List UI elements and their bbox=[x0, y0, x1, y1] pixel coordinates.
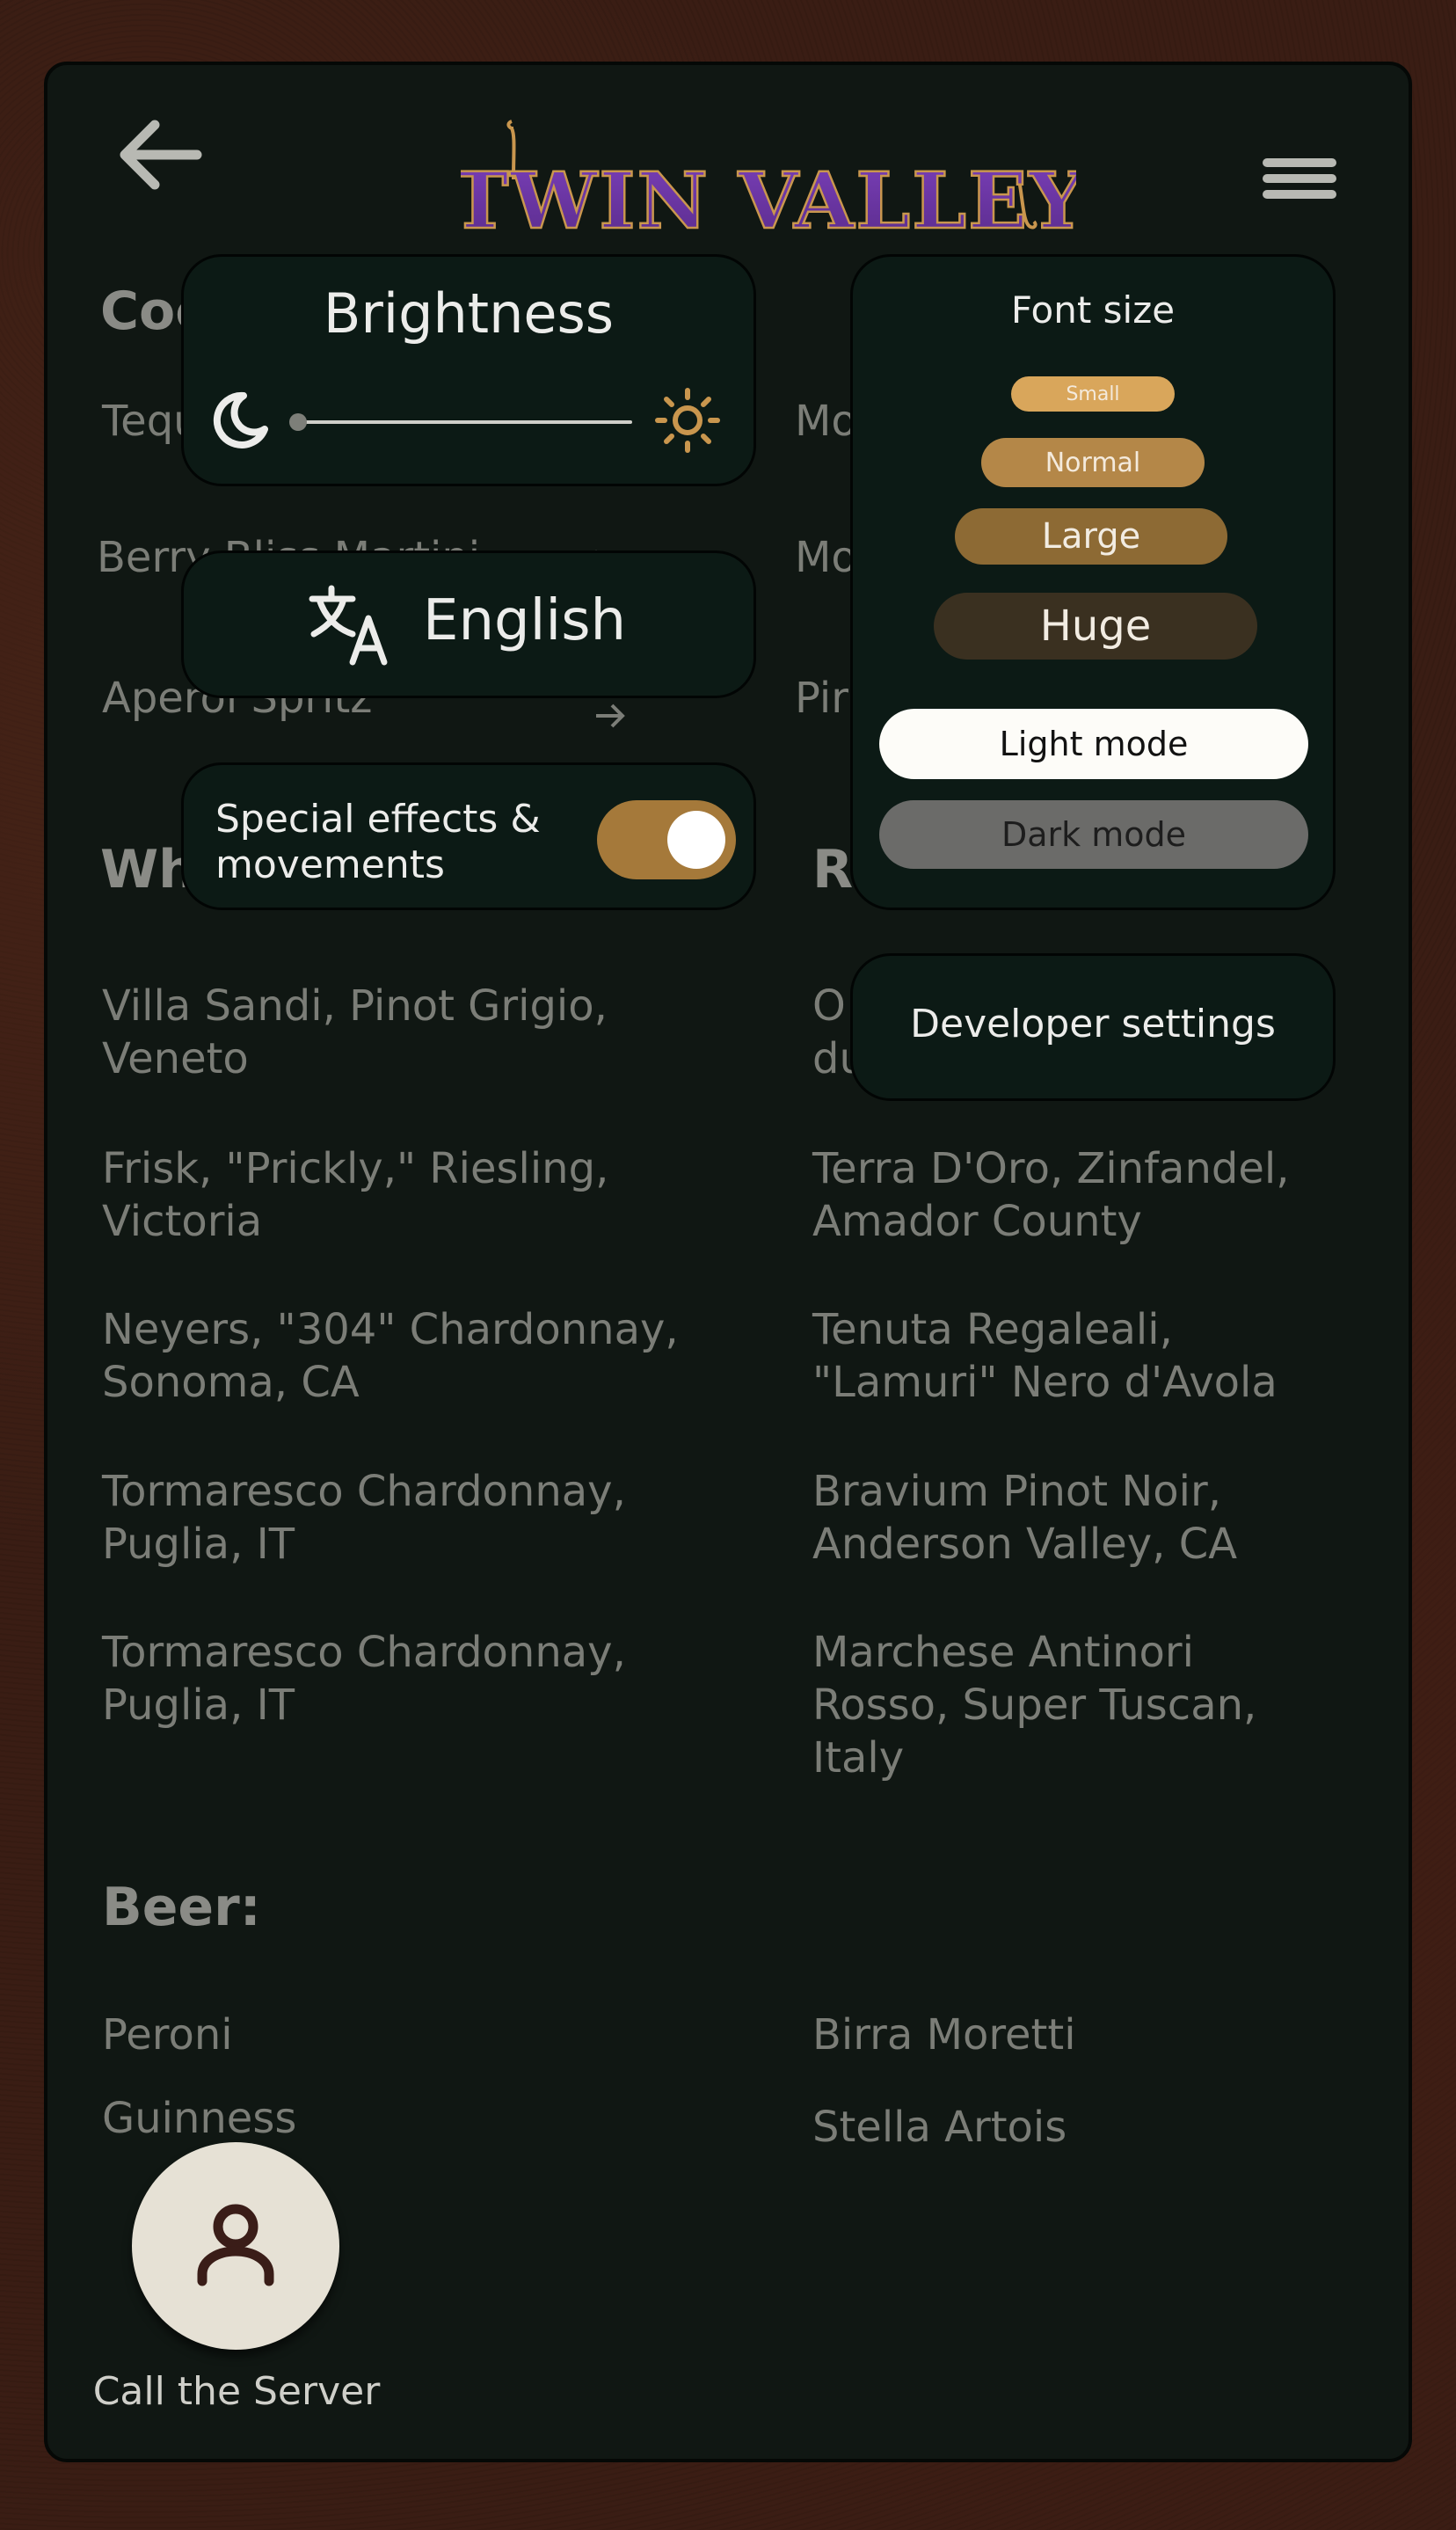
font-size-label: Font size bbox=[1010, 288, 1176, 332]
app-frame: TWIN VALLEY Coc Tequ Berry Bliss Martini… bbox=[44, 62, 1412, 2462]
menu-item-white-2[interactable]: Frisk, "Prickly," Riesling, Victoria bbox=[102, 1142, 717, 1248]
dark-mode-button[interactable]: Dark mode bbox=[879, 800, 1308, 869]
light-mode-button[interactable]: Light mode bbox=[879, 709, 1308, 779]
font-size-panel: Font size Small Normal Large Huge Light … bbox=[850, 254, 1336, 910]
arrow-left-icon bbox=[120, 120, 202, 190]
effects-panel: Special effects & movements bbox=[181, 762, 756, 910]
effects-toggle[interactable] bbox=[597, 800, 736, 879]
menu-item-red-2[interactable]: Terra D'Oro, Zinfandel, Amador County bbox=[812, 1142, 1358, 1248]
developer-settings-button[interactable]: Developer settings bbox=[850, 953, 1336, 1101]
brightness-slider-thumb[interactable] bbox=[289, 413, 307, 431]
menu-item-red-3[interactable]: Tenuta Regaleali, "Lamuri" Nero d'Avola bbox=[812, 1303, 1340, 1409]
hamburger-menu-icon bbox=[1263, 158, 1336, 199]
effects-toggle-knob bbox=[667, 811, 725, 869]
menu-item-cocktail-5[interactable]: Mo bbox=[795, 531, 857, 584]
person-icon bbox=[197, 2204, 274, 2286]
sun-icon bbox=[654, 387, 721, 457]
brightness-slider[interactable] bbox=[289, 413, 632, 431]
font-size-huge-button[interactable]: Huge bbox=[934, 593, 1257, 660]
brand-logo: TWIN VALLEY bbox=[450, 118, 1085, 247]
brightness-label: Brightness bbox=[323, 281, 615, 346]
effects-label-line2: movements bbox=[215, 842, 445, 887]
moon-icon bbox=[208, 389, 270, 454]
effects-label: Special effects & movements bbox=[215, 797, 541, 888]
menu-item-white-4[interactable]: Tormaresco Chardonnay, Puglia, IT bbox=[102, 1465, 717, 1571]
section-heading-beer: Beer: bbox=[102, 1877, 261, 1938]
translate-icon bbox=[307, 583, 395, 671]
back-button[interactable] bbox=[109, 111, 206, 199]
menu-item-beer-4[interactable]: Stella Artois bbox=[812, 2101, 1067, 2154]
developer-settings-label: Developer settings bbox=[910, 1002, 1276, 1046]
menu-button[interactable] bbox=[1261, 153, 1340, 206]
section-heading-red: R bbox=[812, 839, 854, 900]
menu-item-beer-3[interactable]: Birra Moretti bbox=[812, 2009, 1076, 2061]
language-label: English bbox=[423, 588, 627, 653]
call-server-label: Call the Server bbox=[92, 2369, 381, 2414]
menu-item-white-3[interactable]: Neyers, "304" Chardonnay, Sonoma, CA bbox=[102, 1303, 717, 1409]
menu-item-red-5[interactable]: Marchese Antinori Rosso, Super Tuscan, I… bbox=[812, 1626, 1305, 1784]
logo-vine-icon: TWIN VALLEY bbox=[450, 120, 1085, 247]
menu-item-white-1[interactable]: Villa Sandi, Pinot Grigio, Veneto bbox=[102, 980, 717, 1085]
menu-item-white-5[interactable]: Tormaresco Chardonnay, Puglia, IT bbox=[102, 1626, 717, 1732]
menu-item-red-4[interactable]: Bravium Pinot Noir, Anderson Valley, CA bbox=[812, 1465, 1358, 1571]
menu-item-cocktail-6[interactable]: Pir bbox=[795, 672, 848, 725]
call-server-button[interactable] bbox=[132, 2142, 339, 2350]
language-button[interactable]: English bbox=[181, 550, 756, 698]
svg-text:TWIN VALLEY: TWIN VALLEY bbox=[461, 155, 1076, 241]
effects-label-line1: Special effects & bbox=[215, 797, 541, 842]
font-size-normal-button[interactable]: Normal bbox=[981, 438, 1205, 487]
font-size-large-button[interactable]: Large bbox=[955, 508, 1227, 565]
font-size-small-button[interactable]: Small bbox=[1011, 376, 1175, 412]
menu-item-beer-1[interactable]: Peroni bbox=[102, 2009, 233, 2061]
arrow-right-icon bbox=[593, 700, 628, 735]
menu-item-beer-2[interactable]: Guinness bbox=[102, 2092, 296, 2145]
menu-item-cocktail-4[interactable]: Mo bbox=[795, 395, 857, 448]
brightness-panel: Brightness bbox=[181, 254, 756, 486]
